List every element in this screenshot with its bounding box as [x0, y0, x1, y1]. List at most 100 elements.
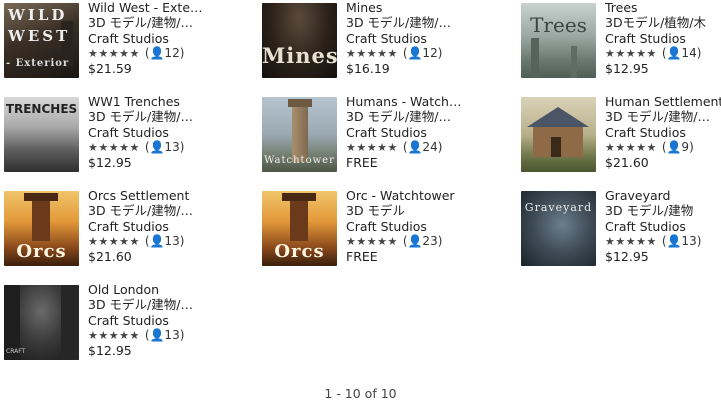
thumb-text: CRAFT: [6, 348, 26, 355]
thumb-text: - Exterior: [6, 58, 70, 69]
rating: ★★★★★ (👤9): [605, 140, 721, 155]
item-publisher[interactable]: Craft Studios: [346, 219, 512, 234]
rating: ★★★★★ (👤12): [346, 46, 512, 61]
thumbnail-ww1-trenches[interactable]: TRENCHES: [4, 97, 79, 172]
item-price: $12.95: [88, 343, 132, 359]
thumb-text: WILD: [8, 6, 68, 24]
item-title[interactable]: WW1 Trenches: [88, 94, 254, 109]
rating: ★★★★★ (👤24): [346, 140, 512, 155]
item-publisher[interactable]: Craft Studios: [605, 125, 721, 140]
thumb-text: Orcs: [16, 241, 67, 262]
item-info: Mines 3D モデル/建物/… Craft Studios ★★★★★ (👤…: [346, 0, 512, 76]
item-category: 3D モデル: [346, 203, 406, 219]
item-info: Graveyard 3D モデル/建物 Craft Studios ★★★★★ …: [605, 188, 721, 264]
thumbnail-humans-watchtower[interactable]: Watchtower: [262, 97, 337, 172]
item-title[interactable]: Old London: [88, 282, 254, 297]
item-category: 3D モデル/建物/…: [88, 203, 193, 219]
asset-item[interactable]: Mines Mines 3D モデル/建物/… Craft Studios ★★…: [262, 0, 512, 83]
thumb-text: Mines: [262, 43, 337, 68]
star-rating-icon: ★★★★★: [346, 140, 398, 154]
star-rating-icon: ★★★★★: [605, 46, 657, 60]
thumbnail-mines[interactable]: Mines: [262, 3, 337, 78]
asset-item[interactable]: Trees Trees 3Dモデル/植物/木 Craft Studios ★★★…: [521, 0, 721, 83]
item-publisher[interactable]: Craft Studios: [88, 125, 254, 140]
review-count: (👤24): [402, 139, 443, 154]
item-info: Humans - Watch… 3D モデル/建物/… Craft Studio…: [346, 94, 512, 170]
item-title[interactable]: Graveyard: [605, 188, 721, 203]
rating: ★★★★★ (👤13): [88, 140, 254, 155]
asset-item[interactable]: CRAFT Old London 3D モデル/建物/… Craft Studi…: [4, 282, 254, 365]
thumbnail-wild-west[interactable]: WILD WEST - Exterior: [4, 3, 79, 78]
star-rating-icon: ★★★★★: [88, 46, 140, 60]
item-title[interactable]: Humans - Watch…: [346, 94, 512, 109]
thumbnail-orc-watchtower[interactable]: Orcs: [262, 191, 337, 266]
item-info: Orc - Watchtower 3D モデル Craft Studios ★★…: [346, 188, 512, 264]
star-rating-icon: ★★★★★: [346, 46, 398, 60]
asset-item[interactable]: TRENCHES WW1 Trenches 3D モデル/建物/… Craft …: [4, 94, 254, 177]
item-info: WW1 Trenches 3D モデル/建物/… Craft Studios ★…: [88, 94, 254, 170]
item-title[interactable]: Mines: [346, 0, 512, 15]
item-publisher[interactable]: Craft Studios: [88, 313, 254, 328]
item-info: Human Settlement 3D モデル/建物/… Craft Studi…: [605, 94, 721, 170]
asset-item[interactable]: Orcs Orcs Settlement 3D モデル/建物/… Craft S…: [4, 188, 254, 271]
thumb-text: Watchtower: [264, 155, 335, 166]
pagination-label: 1 - 10 of 10: [324, 386, 397, 401]
item-publisher[interactable]: Craft Studios: [346, 31, 512, 46]
rating: ★★★★★ (👤14): [605, 46, 721, 61]
thumbnail-orcs-settlement[interactable]: Orcs: [4, 191, 79, 266]
item-price: $21.59: [88, 61, 132, 77]
item-title[interactable]: Orcs Settlement: [88, 188, 254, 203]
item-info: Wild West - Exte… 3D モデル/建物/… Craft Stud…: [88, 0, 254, 76]
item-publisher[interactable]: Craft Studios: [605, 31, 721, 46]
item-title[interactable]: Orc - Watchtower: [346, 188, 512, 203]
asset-item[interactable]: Orcs Orc - Watchtower 3D モデル Craft Studi…: [262, 188, 512, 271]
asset-item[interactable]: WILD WEST - Exterior Wild West - Exte… 3…: [4, 0, 254, 83]
rating: ★★★★★ (👤13): [88, 234, 254, 249]
star-rating-icon: ★★★★★: [605, 234, 657, 248]
asset-item[interactable]: Watchtower Humans - Watch… 3D モデル/建物/… C…: [262, 94, 512, 177]
item-price: $21.60: [88, 249, 132, 265]
review-count: (👤12): [402, 45, 443, 60]
review-count: (👤14): [661, 45, 702, 60]
item-info: Orcs Settlement 3D モデル/建物/… Craft Studio…: [88, 188, 254, 264]
item-category: 3D モデル/建物/…: [346, 15, 451, 31]
item-category: 3D モデル/建物/…: [605, 109, 710, 125]
star-rating-icon: ★★★★★: [88, 328, 140, 342]
star-rating-icon: ★★★★★: [346, 234, 398, 248]
star-rating-icon: ★★★★★: [88, 140, 140, 154]
review-count: (👤9): [661, 139, 694, 154]
thumb-text: Orcs: [274, 241, 325, 262]
review-count: (👤13): [661, 233, 702, 248]
item-price: FREE: [346, 155, 378, 171]
item-publisher[interactable]: Craft Studios: [605, 219, 721, 234]
item-publisher[interactable]: Craft Studios: [88, 31, 254, 46]
item-info: Old London 3D モデル/建物/… Craft Studios ★★★…: [88, 282, 254, 358]
thumb-text: WEST: [8, 27, 71, 45]
item-category: 3Dモデル/植物/木: [605, 15, 707, 31]
thumbnail-old-london[interactable]: CRAFT: [4, 285, 79, 360]
item-price: $16.19: [346, 61, 390, 77]
item-category: 3D モデル/建物/…: [88, 15, 193, 31]
asset-item[interactable]: Graveyard Graveyard 3D モデル/建物 Craft Stud…: [521, 188, 721, 271]
thumb-text: Graveyard: [524, 201, 593, 214]
item-title[interactable]: Human Settlement: [605, 94, 721, 109]
item-price: $12.95: [605, 61, 649, 77]
thumbnail-graveyard[interactable]: Graveyard: [521, 191, 596, 266]
thumb-text: TRENCHES: [5, 102, 78, 116]
item-price: $12.95: [605, 249, 649, 265]
review-count: (👤23): [402, 233, 443, 248]
item-publisher[interactable]: Craft Studios: [346, 125, 512, 140]
item-category: 3D モデル/建物/…: [88, 109, 193, 125]
item-publisher[interactable]: Craft Studios: [88, 219, 254, 234]
item-title[interactable]: Trees: [605, 0, 721, 15]
item-price: $21.60: [605, 155, 649, 171]
rating: ★★★★★ (👤12): [88, 46, 254, 61]
item-price: FREE: [346, 249, 378, 265]
thumbnail-trees[interactable]: Trees: [521, 3, 596, 78]
item-title[interactable]: Wild West - Exte…: [88, 0, 254, 15]
asset-item[interactable]: Human Settlement 3D モデル/建物/… Craft Studi…: [521, 94, 721, 177]
item-category: 3D モデル/建物/…: [346, 109, 451, 125]
item-category: 3D モデル/建物/…: [88, 297, 193, 313]
star-rating-icon: ★★★★★: [88, 234, 140, 248]
thumbnail-human-settlement[interactable]: [521, 97, 596, 172]
